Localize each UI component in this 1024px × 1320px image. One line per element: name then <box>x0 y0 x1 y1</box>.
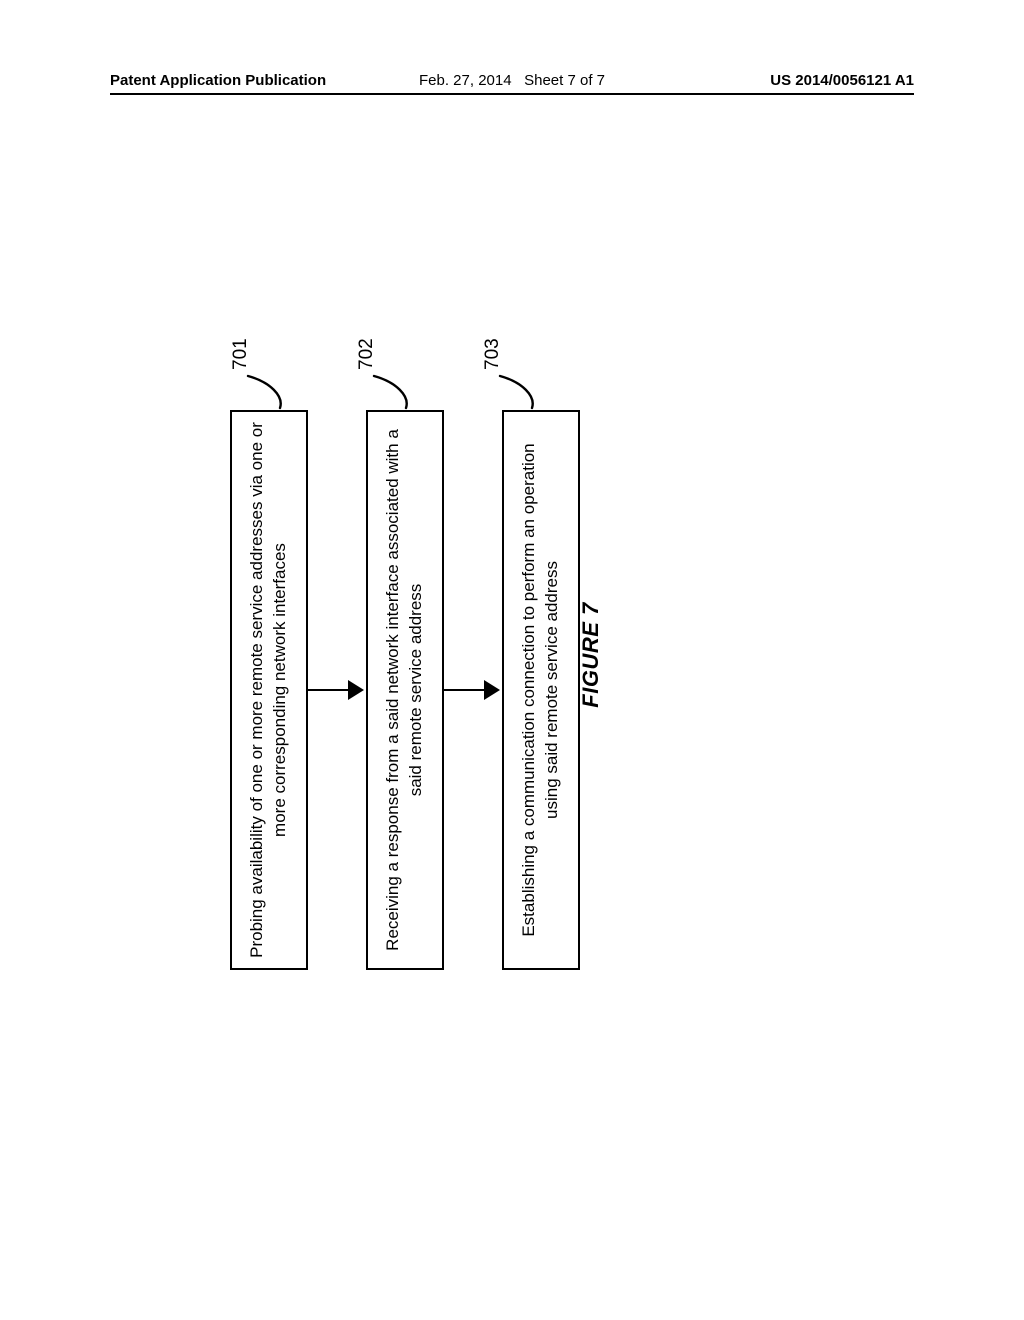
publication-type: Patent Application Publication <box>110 72 326 89</box>
arrow-head-icon <box>484 680 500 700</box>
figure-caption: FIGURE 7 <box>578 240 604 1070</box>
arrow-head-icon <box>348 680 364 700</box>
arrow-line-icon <box>444 689 484 691</box>
publication-date: Feb. 27, 2014 <box>419 72 512 89</box>
flow-step-1-text: Probing availability of one or more remo… <box>247 422 289 958</box>
arrow-line-icon <box>308 689 348 691</box>
page: Patent Application Publication Feb. 27, … <box>0 0 1024 1320</box>
flow-arrow-1 <box>308 410 366 970</box>
leader-curve-icon <box>362 364 422 410</box>
page-header: Patent Application Publication Feb. 27, … <box>110 72 914 95</box>
figure-area: Probing availability of one or more remo… <box>210 240 620 1070</box>
ref-703: 703 <box>482 338 504 370</box>
sheet-number: Sheet 7 of 7 <box>524 72 605 89</box>
flowchart: Probing availability of one or more remo… <box>230 410 580 970</box>
leader-curve-icon <box>236 364 296 410</box>
publication-number: US 2014/0056121 A1 <box>770 72 914 89</box>
flow-step-1: Probing availability of one or more remo… <box>230 410 308 970</box>
leader-curve-icon <box>488 364 548 410</box>
ref-701: 701 <box>230 338 252 370</box>
ref-702: 702 <box>356 338 378 370</box>
flow-step-2: Receiving a response from a said network… <box>366 410 444 970</box>
flow-step-3-text: Establishing a communication connection … <box>519 443 561 936</box>
rotated-figure: Probing availability of one or more remo… <box>210 240 620 1070</box>
flow-step-3: Establishing a communication connection … <box>502 410 580 970</box>
flow-arrow-2 <box>444 410 502 970</box>
header-middle: Feb. 27, 2014 Sheet 7 of 7 <box>419 72 605 89</box>
flow-step-2-text: Receiving a response from a said network… <box>383 429 425 951</box>
